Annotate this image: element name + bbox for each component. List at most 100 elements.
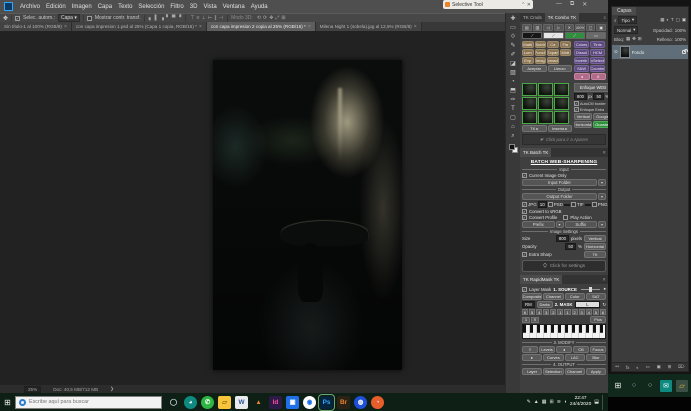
- layer-filter-icon[interactable]: T: [671, 17, 674, 23]
- rm-toggle[interactable]: RM: [522, 301, 535, 308]
- mask-level-button[interactable]: 1: [557, 309, 563, 315]
- panel-tab[interactable]: TK RapidMask TK: [520, 275, 562, 284]
- tool-icon[interactable]: ◔: [511, 79, 515, 86]
- output-folder-button[interactable]: Output Folder: [522, 193, 597, 200]
- photoshop-icon[interactable]: Ps: [320, 396, 333, 409]
- layers-footer-icon[interactable]: ⌦: [678, 364, 685, 370]
- mask-spectrum[interactable]: [522, 324, 606, 339]
- tk-action-button[interactable]: Counter: [590, 65, 605, 72]
- tk-action-button[interactable]: Punch: [535, 49, 547, 56]
- tk-action-button[interactable]: Lienzo: [548, 65, 573, 72]
- preset-thumbnail[interactable]: [522, 111, 537, 124]
- tk-action-button[interactable]: Aceptar: [522, 65, 547, 72]
- taskbar-clock[interactable]: 22:47 24/4/2020: [570, 396, 591, 407]
- blue-circle-app-icon[interactable]: ◍: [354, 396, 367, 409]
- tk-action-button[interactable]: S&W: [574, 65, 589, 72]
- preset-thumbnail[interactable]: [538, 83, 553, 96]
- output-button[interactable]: Apply: [586, 368, 606, 375]
- menu-item[interactable]: Ventana: [220, 4, 248, 10]
- tk-action-button[interactable]: HCM: [590, 49, 605, 56]
- tk-action-button[interactable]: Lum: [522, 49, 534, 56]
- source-slider[interactable]: [581, 289, 600, 290]
- firefox-icon[interactable]: ◔: [371, 396, 384, 409]
- tab-close-icon[interactable]: ×: [308, 24, 311, 30]
- format-option[interactable]: PSD: [548, 201, 570, 208]
- preset-nav-button[interactable]: Inserta ▸: [548, 125, 573, 132]
- document-tab[interactable]: Sin título-1 al 100% (RGB/8) ×: [0, 22, 72, 31]
- tk-action-button[interactable]: Ca: [547, 41, 559, 48]
- prefix-dd-icon[interactable]: ▾: [556, 221, 564, 228]
- document-tab[interactable]: con capa impresion 1.psd al 25% (Capa 1 …: [72, 22, 207, 31]
- output-button[interactable]: Channel: [565, 368, 585, 375]
- chrome-icon[interactable]: ◉: [303, 396, 316, 409]
- tk-action-button[interactable]: 8: [591, 73, 607, 80]
- extra-sharpen-checkbox[interactable]: [574, 107, 579, 112]
- tk-action-icon[interactable]: 100%: [575, 24, 585, 31]
- layer-filter-icon[interactable]: ◐: [666, 17, 669, 23]
- action-center-icon[interactable]: ⬓: [594, 399, 599, 405]
- tool-icon[interactable]: ✚: [510, 16, 515, 23]
- lock-option-icon[interactable]: ✥: [632, 36, 636, 42]
- tk-action-icon[interactable]: ▷: [554, 24, 564, 31]
- input-folder-button[interactable]: Input Folder: [522, 179, 597, 186]
- window-control-button[interactable]: ✕: [582, 1, 587, 8]
- layers-panel-tab[interactable]: Capas: [612, 7, 636, 15]
- menu-item[interactable]: Ayuda: [248, 4, 271, 10]
- mask-level-button[interactable]: 3: [543, 309, 549, 315]
- tool-icon[interactable]: ▨: [510, 70, 516, 77]
- mask-level-button[interactable]: 4: [536, 309, 542, 315]
- modify-button[interactable]: Levels: [539, 346, 555, 353]
- suffix-dd-icon[interactable]: ▾: [598, 221, 606, 228]
- opacity-value[interactable]: 100%: [675, 28, 686, 33]
- move-tool-icon[interactable]: ✥: [3, 15, 8, 22]
- layer-filter-dropdown[interactable]: Tipo▾: [618, 16, 637, 24]
- layer-thumbnail[interactable]: [620, 46, 630, 58]
- brush-preset-icon[interactable]: ▭: [586, 32, 606, 39]
- tk-action-icon[interactable]: ✕: [565, 24, 575, 31]
- brush-preset-icon[interactable]: ⟋: [565, 32, 585, 39]
- canvas-area[interactable]: [0, 31, 505, 385]
- tk-action-button[interactable]: Colors: [574, 41, 589, 48]
- mask-level-button[interactable]: 1: [564, 309, 570, 315]
- preset-thumbnail[interactable]: [554, 111, 569, 124]
- start-button[interactable]: ⊞: [612, 380, 624, 392]
- menu-item[interactable]: Capa: [95, 4, 115, 10]
- modify-button[interactable]: Focus: [590, 346, 606, 353]
- panel-tab[interactable]: TK Cmds: [520, 13, 545, 22]
- prefix-dropdown[interactable]: Prefix: [522, 221, 555, 228]
- document-image[interactable]: [213, 60, 402, 370]
- layers-footer-icon[interactable]: fx: [626, 365, 630, 370]
- tray-icon[interactable]: ▲: [534, 399, 539, 405]
- preset-thumbnail[interactable]: [522, 97, 537, 110]
- layers-footer-icon[interactable]: ▭: [646, 364, 650, 370]
- indesign-icon[interactable]: Id: [269, 396, 282, 409]
- preset-thumbnail[interactable]: [522, 83, 537, 96]
- modify-button[interactable]: ◂: [556, 346, 572, 353]
- distribute-icon[interactable]: ⊣: [218, 15, 224, 21]
- format-checkbox[interactable]: [592, 202, 597, 207]
- current-image-checkbox[interactable]: [522, 173, 527, 178]
- convert-profile-checkbox[interactable]: [522, 215, 527, 220]
- layer-filter-icon[interactable]: ▣: [682, 17, 686, 23]
- panel-hint[interactable]: ☛ Click para ir a Ajustes: [522, 134, 606, 145]
- horizontal-button[interactable]: Horizontal: [584, 243, 606, 250]
- tk-action-button[interactable]: Dissol: [574, 49, 589, 56]
- preset-thumbnail[interactable]: [538, 97, 553, 110]
- tool-window-controls[interactable]: ⌃ ✕: [521, 2, 533, 8]
- menu-item[interactable]: Archivo: [17, 4, 43, 10]
- mask-option-button[interactable]: 1: [522, 317, 530, 323]
- format-quality[interactable]: 10: [538, 201, 547, 208]
- visibility-eye-icon[interactable]: ⊙: [614, 49, 618, 55]
- menu-item[interactable]: Texto: [115, 4, 135, 10]
- tool-icon[interactable]: ⌂: [511, 124, 515, 131]
- source-button[interactable]: Composite: [522, 293, 542, 300]
- tool-icon[interactable]: ⟐: [511, 34, 516, 41]
- tk-action-button[interactable]: Subtr: [535, 41, 547, 48]
- opacity-input[interactable]: 50: [565, 243, 576, 250]
- format-option[interactable]: TIF: [571, 201, 591, 208]
- horizontal-button[interactable]: Horizontal: [574, 121, 592, 128]
- tk-action-icon[interactable]: ▥: [533, 24, 543, 31]
- tk-action-button[interactable]: Tornado: [547, 57, 559, 64]
- tool-icon[interactable]: T: [511, 106, 515, 113]
- web-size-value[interactable]: 800: [574, 93, 587, 100]
